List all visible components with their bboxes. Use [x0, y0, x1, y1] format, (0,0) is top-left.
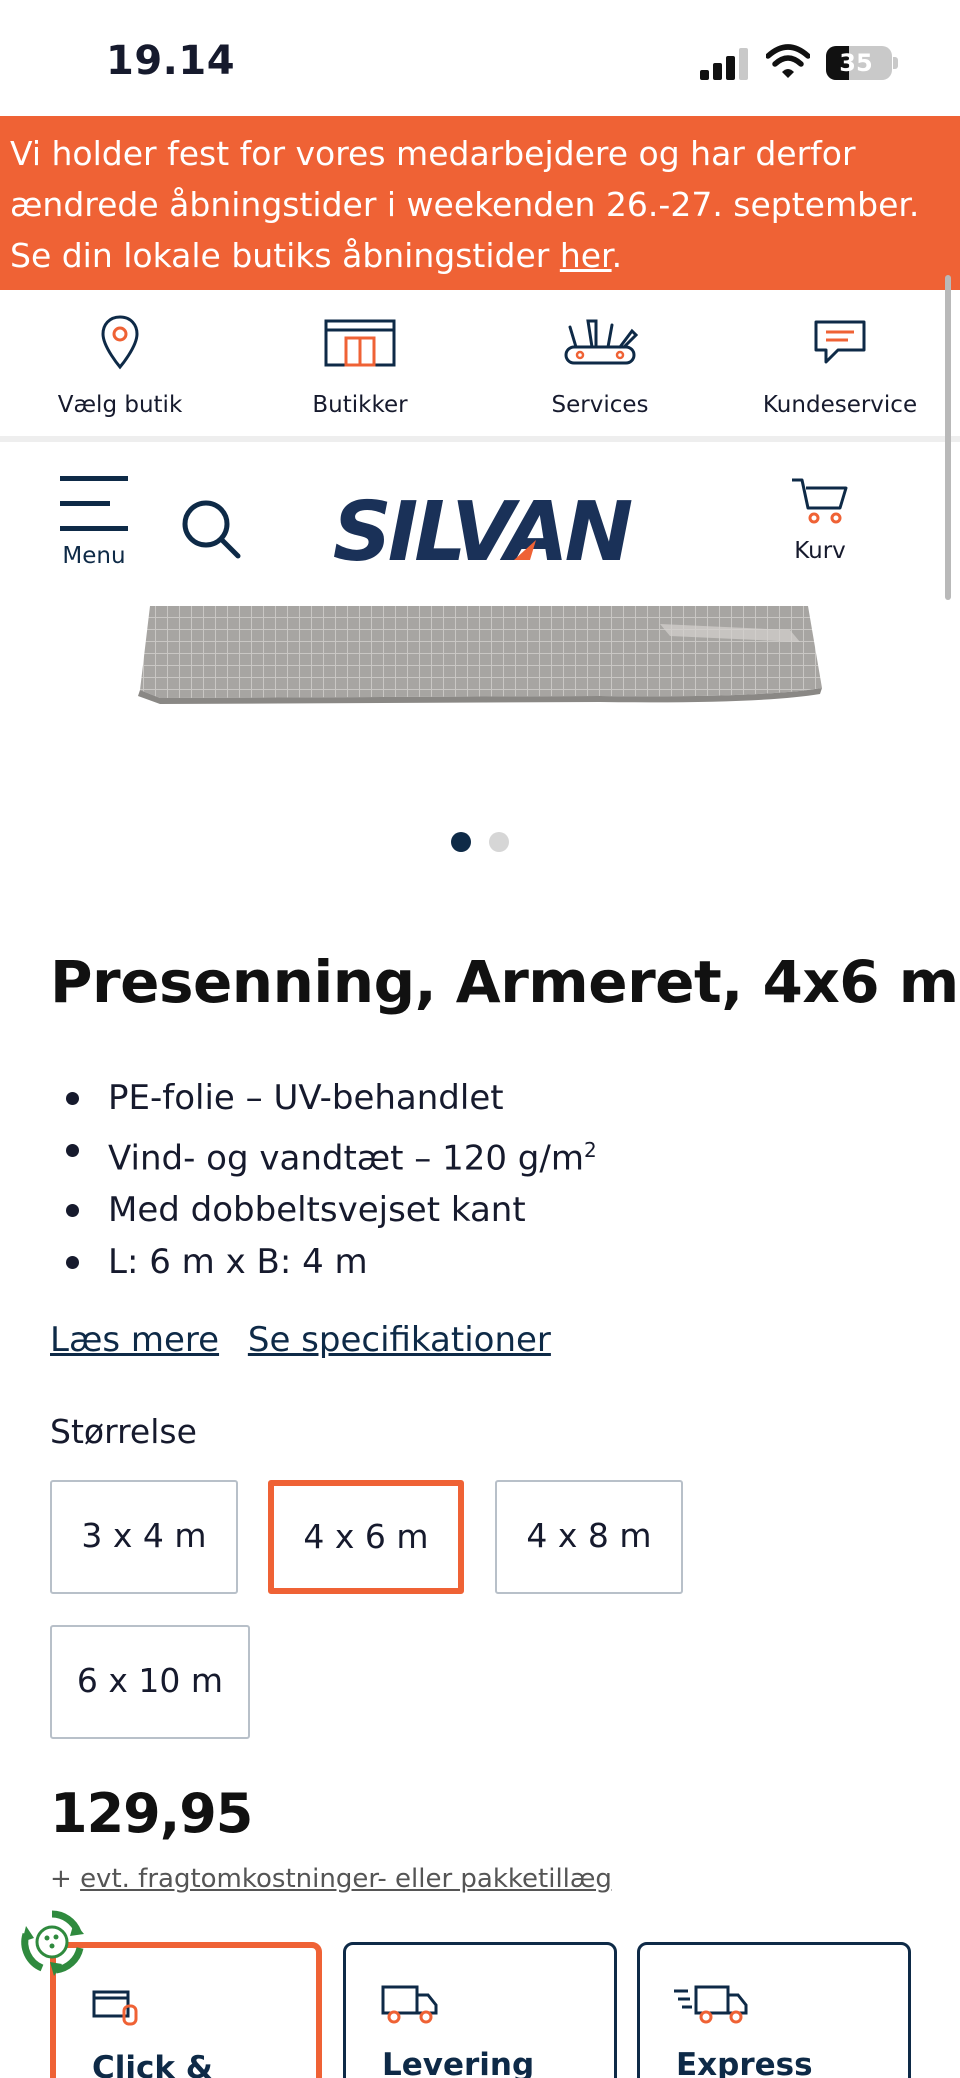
size-option-3x4[interactable]: 3 x 4 m — [50, 1480, 238, 1594]
tools-icon — [564, 319, 638, 365]
delivery-option-click-collect[interactable]: Click & — [50, 1942, 322, 2078]
menu-label: Menu — [62, 543, 126, 569]
size-option-4x8[interactable]: 4 x 8 m — [495, 1480, 683, 1594]
chat-icon — [814, 320, 866, 364]
cellular-signal-icon — [700, 48, 750, 80]
see-specifications-link[interactable]: Se specifikationer — [248, 1320, 551, 1360]
site-header: Menu SILVAN Kurv — [0, 448, 960, 606]
product-price: 129,95 — [50, 1782, 253, 1845]
truck-icon — [381, 1985, 438, 2024]
product-image[interactable] — [0, 606, 960, 716]
quick-link-services[interactable]: Services — [480, 290, 720, 436]
menu-button[interactable]: Menu — [52, 476, 136, 569]
store-pickup-icon — [92, 1990, 138, 2026]
delivery-option-label: Express — [676, 2047, 813, 2078]
cart-label: Kurv — [794, 538, 846, 564]
battery-nub — [893, 57, 898, 69]
quick-link-label: Kundeservice — [762, 392, 918, 418]
size-option-4x6-selected[interactable]: 4 x 6 m — [268, 1480, 464, 1594]
product-title: Presenning, Armeret, 4x6 m — [50, 948, 959, 1016]
delivery-option-express[interactable]: Express — [637, 1942, 911, 2078]
read-more-link[interactable]: Læs mere — [50, 1320, 219, 1360]
cart-icon — [792, 478, 848, 524]
banner-link[interactable]: her — [560, 236, 612, 275]
delivery-option-label: Click & — [92, 2050, 213, 2078]
recycle-badge-icon[interactable] — [18, 1908, 86, 1976]
quick-link-label: Services — [551, 392, 649, 418]
quick-link-stores[interactable]: Butikker — [240, 290, 480, 436]
status-bar: 19.14 35 — [0, 0, 960, 116]
silvan-logo[interactable]: SILVAN — [318, 484, 644, 574]
quick-link-label: Butikker — [312, 392, 408, 418]
delivery-option-label: Levering — [382, 2047, 535, 2078]
feature-item: L: 6 m x B: 4 m — [62, 1236, 597, 1288]
express-truck-icon — [674, 1985, 748, 2024]
shipping-note: + evt. fragtomkostninger- eller pakketil… — [50, 1864, 612, 1894]
battery-level: 35 — [839, 49, 873, 77]
status-time: 19.14 — [106, 38, 236, 84]
quick-links-bar: Vælg butik Butikker Services Kundeservic… — [0, 290, 960, 442]
banner-end: . — [611, 236, 623, 275]
location-pin-icon — [101, 315, 139, 370]
battery-icon: 35 — [826, 46, 892, 80]
delivery-option-home-delivery[interactable]: Levering — [343, 1942, 617, 2078]
quick-link-choose-store[interactable]: Vælg butik — [0, 290, 240, 436]
page-scrollbar[interactable] — [945, 275, 951, 600]
quick-link-label: Vælg butik — [57, 392, 183, 418]
cart-button[interactable]: Kurv — [780, 476, 860, 564]
hamburger-icon — [52, 476, 136, 531]
feature-item: PE-folie – UV-behandlet — [62, 1072, 597, 1124]
feature-item: Vind- og vandtæt – 120 g/m2 — [62, 1124, 597, 1184]
store-icon — [324, 319, 396, 367]
announcement-banner: Vi holder fest for vores medarbejdere og… — [0, 116, 960, 290]
logo-text: SILVAN — [333, 485, 632, 574]
feature-list: PE-folie – UV-behandlet Vind- og vandtæt… — [62, 1072, 597, 1288]
search-icon[interactable] — [180, 498, 242, 560]
shipping-costs-link[interactable]: evt. fragtomkostninger- eller pakketillæ… — [80, 1864, 612, 1894]
gallery-pagination — [0, 832, 960, 856]
feature-item: Med dobbeltsvejset kant — [62, 1184, 597, 1236]
gallery-dot[interactable] — [489, 832, 509, 852]
wifi-icon — [766, 44, 810, 78]
product-links: Læs mere Se specifikationer — [50, 1320, 569, 1360]
size-label: Størrelse — [50, 1412, 197, 1451]
size-option-6x10[interactable]: 6 x 10 m — [50, 1625, 250, 1739]
gallery-dot-active[interactable] — [451, 832, 471, 852]
quick-link-customer-service[interactable]: Kundeservice — [720, 290, 960, 436]
banner-text: Vi holder fest for vores medarbejdere og… — [10, 134, 920, 275]
superscript: 2 — [583, 1138, 597, 1162]
